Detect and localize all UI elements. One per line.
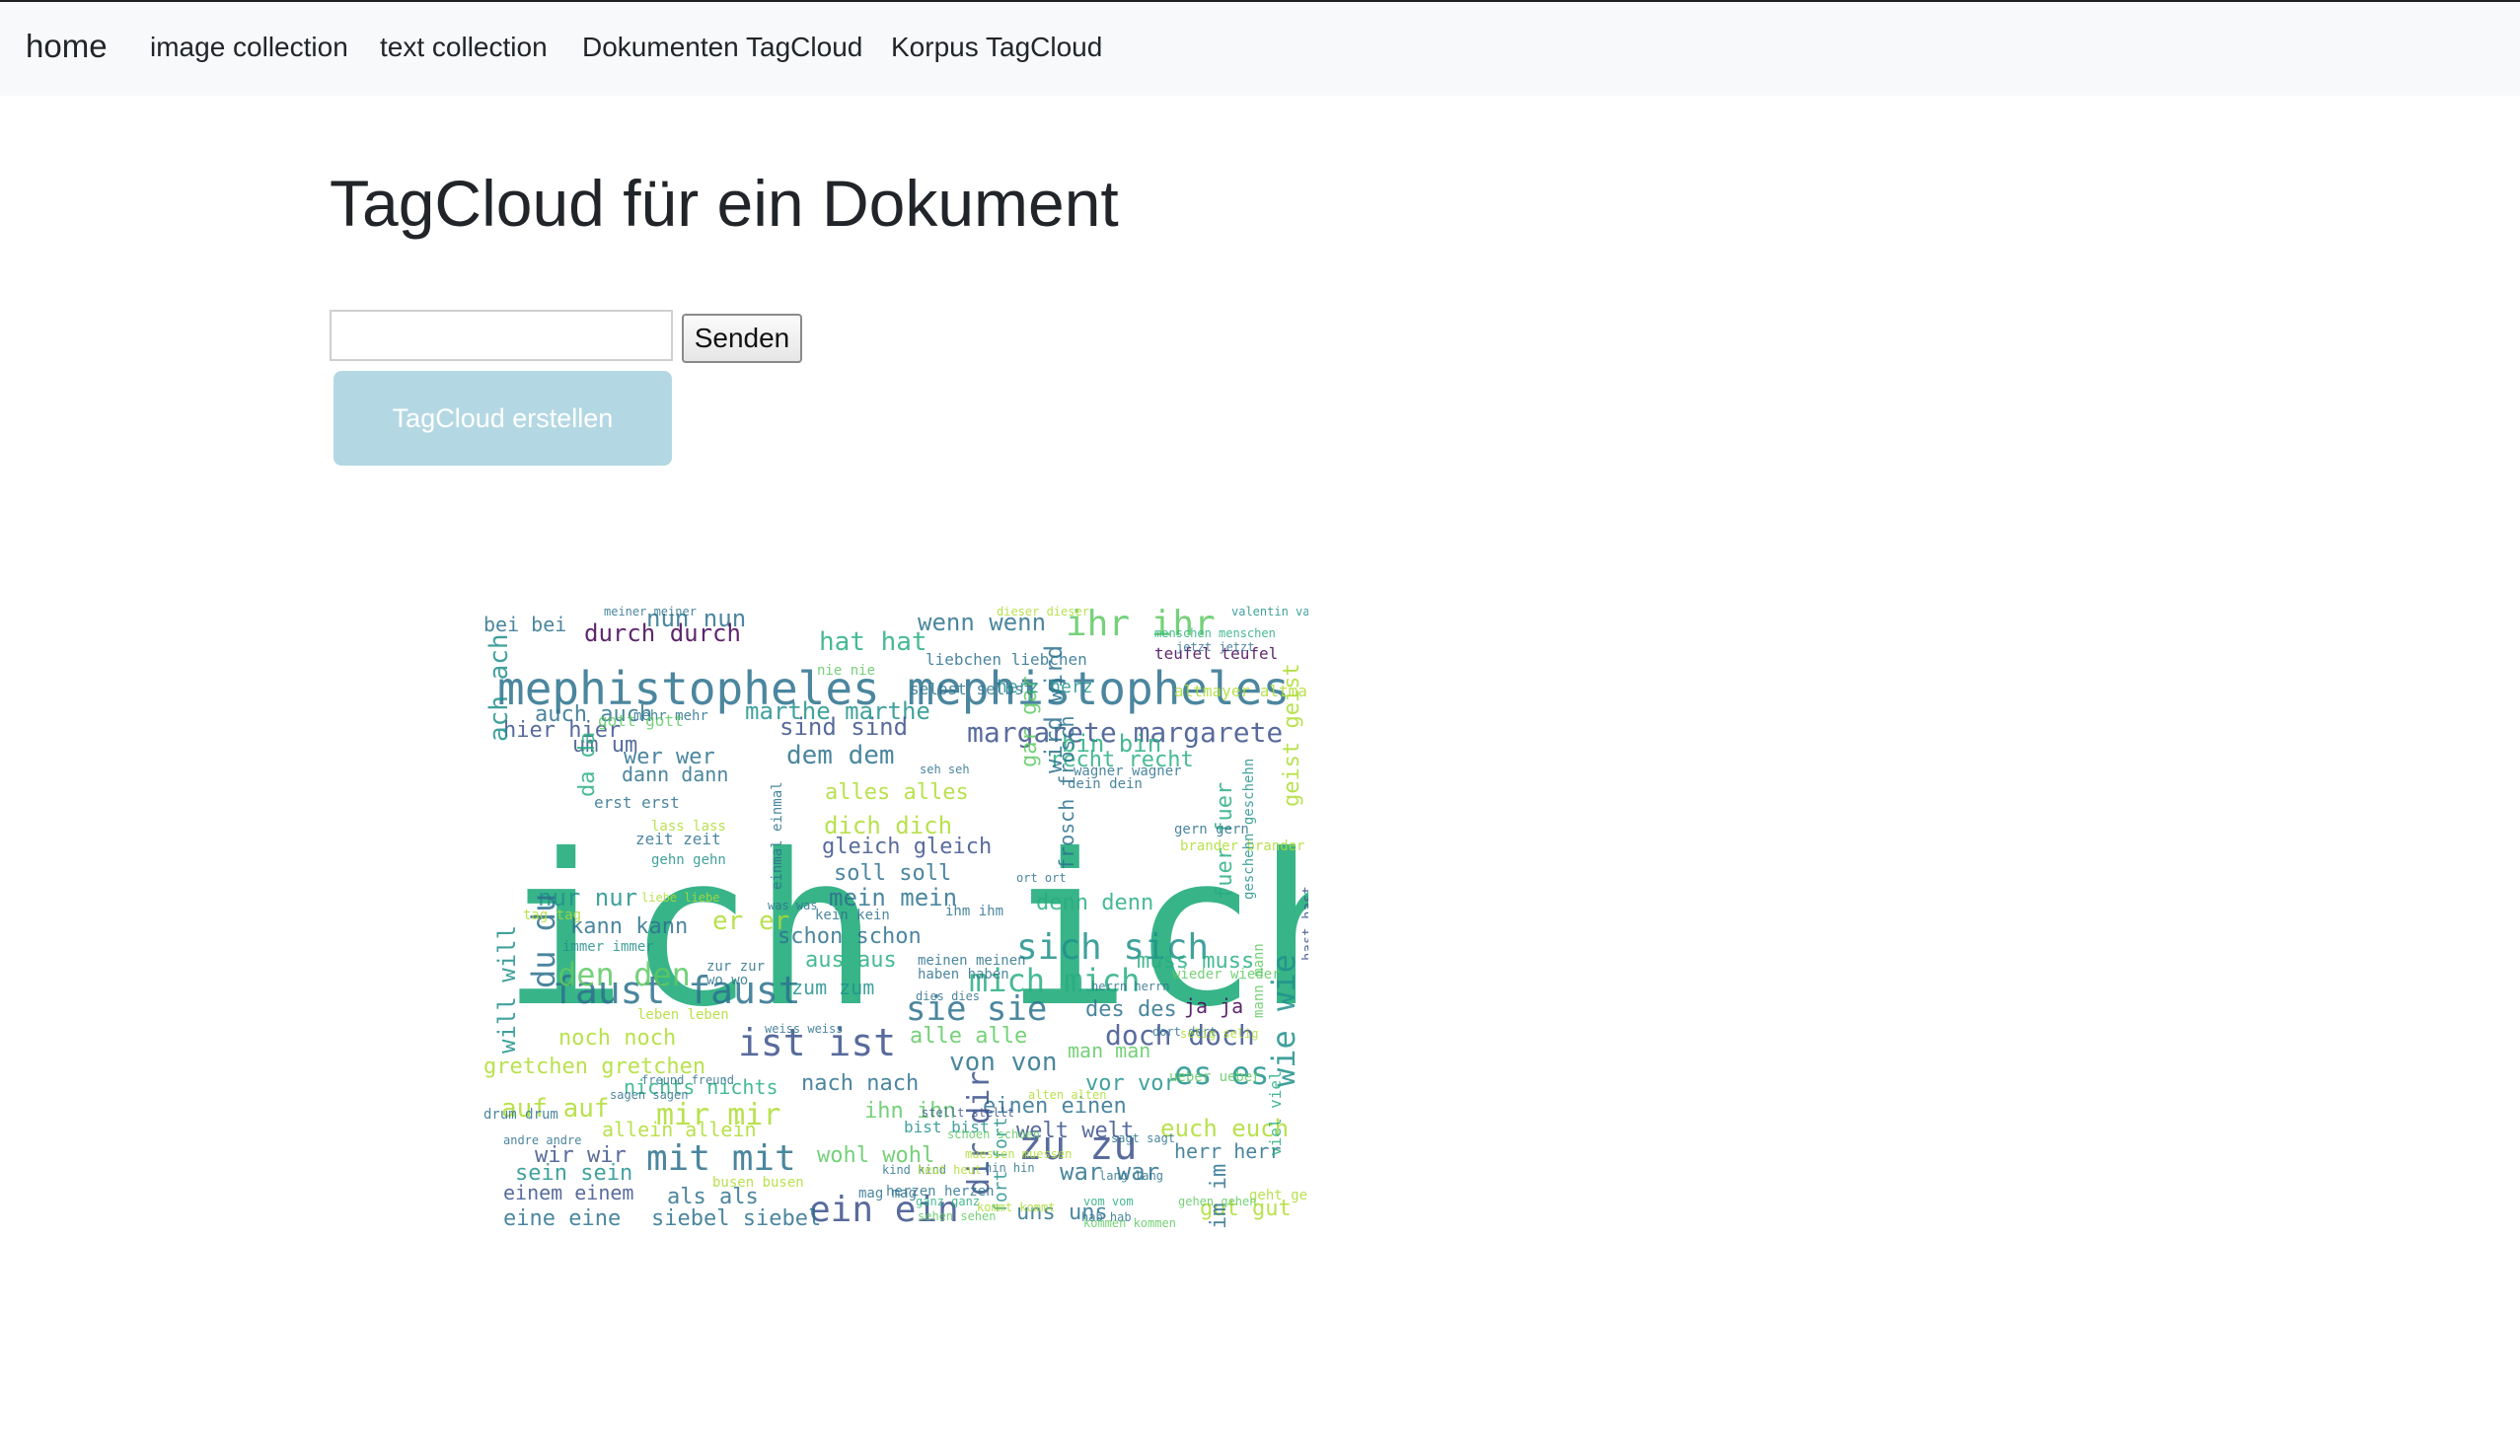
page-title: TagCloud für ein Dokument: [330, 167, 1119, 240]
tagcloud-word: leben leben: [637, 1007, 729, 1023]
tagcloud-word: nie nie: [817, 663, 875, 679]
tagcloud-word: den den: [557, 956, 691, 993]
tagcloud-word: tag tag: [523, 908, 581, 923]
nav-home-link[interactable]: home: [26, 28, 108, 65]
tagcloud-word: hat hat: [819, 627, 927, 657]
tagcloud-word: altmayer altmayer: [1174, 682, 1308, 700]
tagcloud-word: einem einem: [503, 1181, 633, 1204]
create-tagcloud-button[interactable]: TagCloud erstellen: [334, 371, 672, 466]
tagcloud-word: alten alten: [1028, 1088, 1106, 1102]
tagcloud-word: kein kein: [815, 908, 890, 923]
tagcloud-word: stellt stellt: [922, 1106, 1014, 1120]
tagcloud-word: soll soll: [834, 861, 951, 886]
tagcloud-word: denn denn: [1036, 891, 1153, 915]
tagcloud-word: gehn gehn: [651, 852, 726, 868]
tagcloud-word: dieser dieser: [997, 605, 1089, 619]
tagcloud-word: mann mann: [1251, 943, 1267, 1018]
tagcloud-image: ich ich mephistopheles mephistopheles marg…: [483, 604, 1308, 1231]
navbar: home image collection text collection Do…: [0, 2, 2520, 96]
tagcloud-word: allein allein: [602, 1118, 757, 1141]
tagcloud-word: bei bei: [483, 613, 566, 636]
tagcloud-word: liebe liebe: [641, 891, 719, 905]
tagcloud-word: drum drum: [483, 1107, 558, 1123]
tagcloud-word: herrn herrn: [1091, 980, 1169, 993]
tagcloud-word: man man: [1068, 1039, 1150, 1062]
tagcloud-word: gott gott: [598, 711, 684, 730]
tagcloud-word: zeit zeit: [635, 830, 721, 848]
tagcloud-word: dies dies: [916, 989, 980, 1003]
tagcloud-word: frosch frosch: [1055, 715, 1078, 870]
tagcloud-word: ganz ganz: [916, 1195, 980, 1208]
tagcloud-svg: ich ichmephistopheles mephistophelesmarg…: [483, 604, 1308, 1231]
tagcloud-word: seh seh: [920, 763, 970, 776]
tagcloud-word: kommen kommen: [1083, 1216, 1176, 1230]
tagcloud-word: sagen sagen: [610, 1088, 688, 1102]
tagcloud-word: alles alles: [825, 780, 969, 805]
tagcloud-word: da da: [575, 732, 600, 797]
tagcloud-word: aus aus: [805, 948, 897, 973]
tagcloud-word: alle alle: [910, 1024, 1027, 1049]
tagcloud-word: mit mit: [646, 1138, 796, 1179]
tagcloud-word: wo wo: [706, 973, 748, 988]
tagcloud-word: hin hin: [985, 1161, 1035, 1175]
tagcloud-word: selbst selbst: [910, 680, 1033, 698]
tagcloud-word: durch durch: [584, 619, 741, 647]
tagcloud-word: muessen muessen: [965, 1147, 1072, 1161]
tagcloud-word: geschehn geschehn: [1241, 759, 1257, 900]
tagcloud-word: vom vom: [1083, 1195, 1134, 1208]
tagcloud-word: sind sind: [779, 713, 908, 741]
tagcloud-word: sehen sehen: [918, 1209, 996, 1223]
tagcloud-word: viel viel: [1266, 1070, 1285, 1156]
tagcloud-word: ueber ueber: [1169, 1069, 1261, 1085]
tagcloud-word: noch noch: [558, 1026, 676, 1051]
tagcloud-word: erst erst: [594, 793, 680, 812]
tagcloud-word: hast hast: [1300, 886, 1308, 961]
tagcloud-word: gern gern: [1174, 822, 1249, 837]
tagcloud-word: weiss weiss: [765, 1022, 843, 1036]
document-text-input[interactable]: [330, 310, 673, 361]
tagcloud-word: dann dann: [622, 763, 728, 786]
tagcloud-word: liebchen liebchen: [926, 650, 1087, 669]
tagcloud-word: einmal einmal: [770, 781, 785, 890]
nav-link-dokumenten-tagcloud[interactable]: Dokumenten TagCloud: [582, 32, 862, 63]
tagcloud-word: ach ach: [484, 633, 514, 742]
tagcloud-word: dein dein: [1068, 776, 1143, 792]
tagcloud-word: ihm ihm: [945, 904, 1003, 919]
tagcloud-word: nach nach: [801, 1071, 919, 1096]
tagcloud-word: des des: [1085, 997, 1177, 1022]
tagcloud-word: schon schon: [778, 924, 922, 949]
tagcloud-word: selig selig: [1180, 1027, 1258, 1041]
tagcloud-word: haben haben: [918, 967, 1009, 983]
nav-link-text-collection[interactable]: text collection: [380, 32, 548, 63]
tagcloud-word: siebel siebel: [651, 1206, 821, 1231]
tagcloud-word: will will: [493, 925, 521, 1054]
tagcloud-word: geht geht: [1249, 1188, 1308, 1203]
tagcloud-word: ja ja: [1184, 994, 1243, 1018]
tagcloud-word: menschen menschen: [1154, 626, 1276, 640]
tagcloud-word: lang lang: [1099, 1169, 1163, 1183]
nav-link-korpus-tagcloud[interactable]: Korpus TagCloud: [891, 32, 1102, 63]
tagcloud-word: was was: [768, 899, 818, 912]
tagcloud-word: schoen schoen: [947, 1128, 1040, 1141]
tagcloud-word: andre andre: [503, 1133, 581, 1147]
tagcloud-word: dem dem: [786, 741, 895, 770]
tagcloud-word: meiner meiner: [604, 605, 697, 619]
tagcloud-word: ort ort: [1016, 871, 1067, 885]
tagcloud-word: gehen gehen: [1178, 1195, 1256, 1208]
tagcloud-word: immer immer: [562, 939, 654, 955]
tagcloud-word: sagt sagt: [1111, 1131, 1175, 1145]
tagcloud-word: eine eine: [503, 1206, 621, 1231]
tagcloud-word: jetzt jetzt: [1176, 640, 1254, 654]
nav-link-image-collection[interactable]: image collection: [150, 32, 348, 63]
tagcloud-word: valentin valentin: [1231, 605, 1308, 619]
senden-button[interactable]: Senden: [682, 314, 802, 363]
tagcloud-word: freund freund: [641, 1073, 734, 1087]
tagcloud-word: mag mag: [858, 1186, 917, 1201]
tagcloud-word: gleich gleich: [822, 835, 992, 859]
tagcloud-word: heut heut: [918, 1163, 982, 1177]
tagcloud-word: busen busen: [712, 1175, 804, 1191]
tagcloud-word: kann kann: [570, 914, 688, 939]
tagcloud-word: zum zum: [791, 976, 874, 999]
